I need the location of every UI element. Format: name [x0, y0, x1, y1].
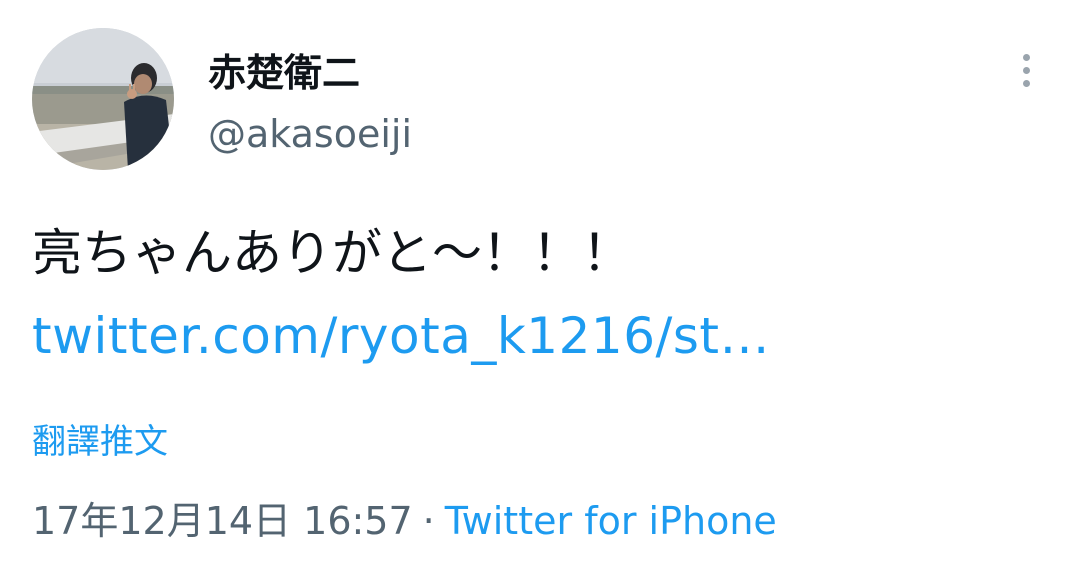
tweet-source[interactable]: Twitter for iPhone: [445, 499, 777, 543]
author-avatar[interactable]: [32, 28, 174, 170]
author-display-name[interactable]: 赤楚衛二: [208, 42, 360, 97]
tweet-meta: 17年12月14日 16:57 · Twitter for iPhone: [32, 490, 777, 545]
avatar-photo: [32, 28, 174, 170]
more-dot: [1023, 54, 1030, 61]
tweet-link[interactable]: twitter.com/ryota_k1216/st…: [32, 304, 770, 368]
more-dot: [1023, 80, 1030, 87]
tweet-text: 亮ちゃんありがと〜！！！: [32, 224, 632, 282]
tweet-detail: 赤楚衛二 @akasoeiji 亮ちゃんありがと〜！！！ twitter.com…: [0, 0, 1080, 564]
more-dot: [1023, 67, 1030, 74]
translate-tweet-button[interactable]: 翻譯推文: [32, 414, 168, 463]
meta-separator: ·: [422, 499, 435, 543]
author-handle[interactable]: @akasoeiji: [208, 112, 412, 156]
more-options-icon[interactable]: [1008, 48, 1044, 92]
tweet-timestamp[interactable]: 17年12月14日 16:57: [32, 499, 413, 543]
